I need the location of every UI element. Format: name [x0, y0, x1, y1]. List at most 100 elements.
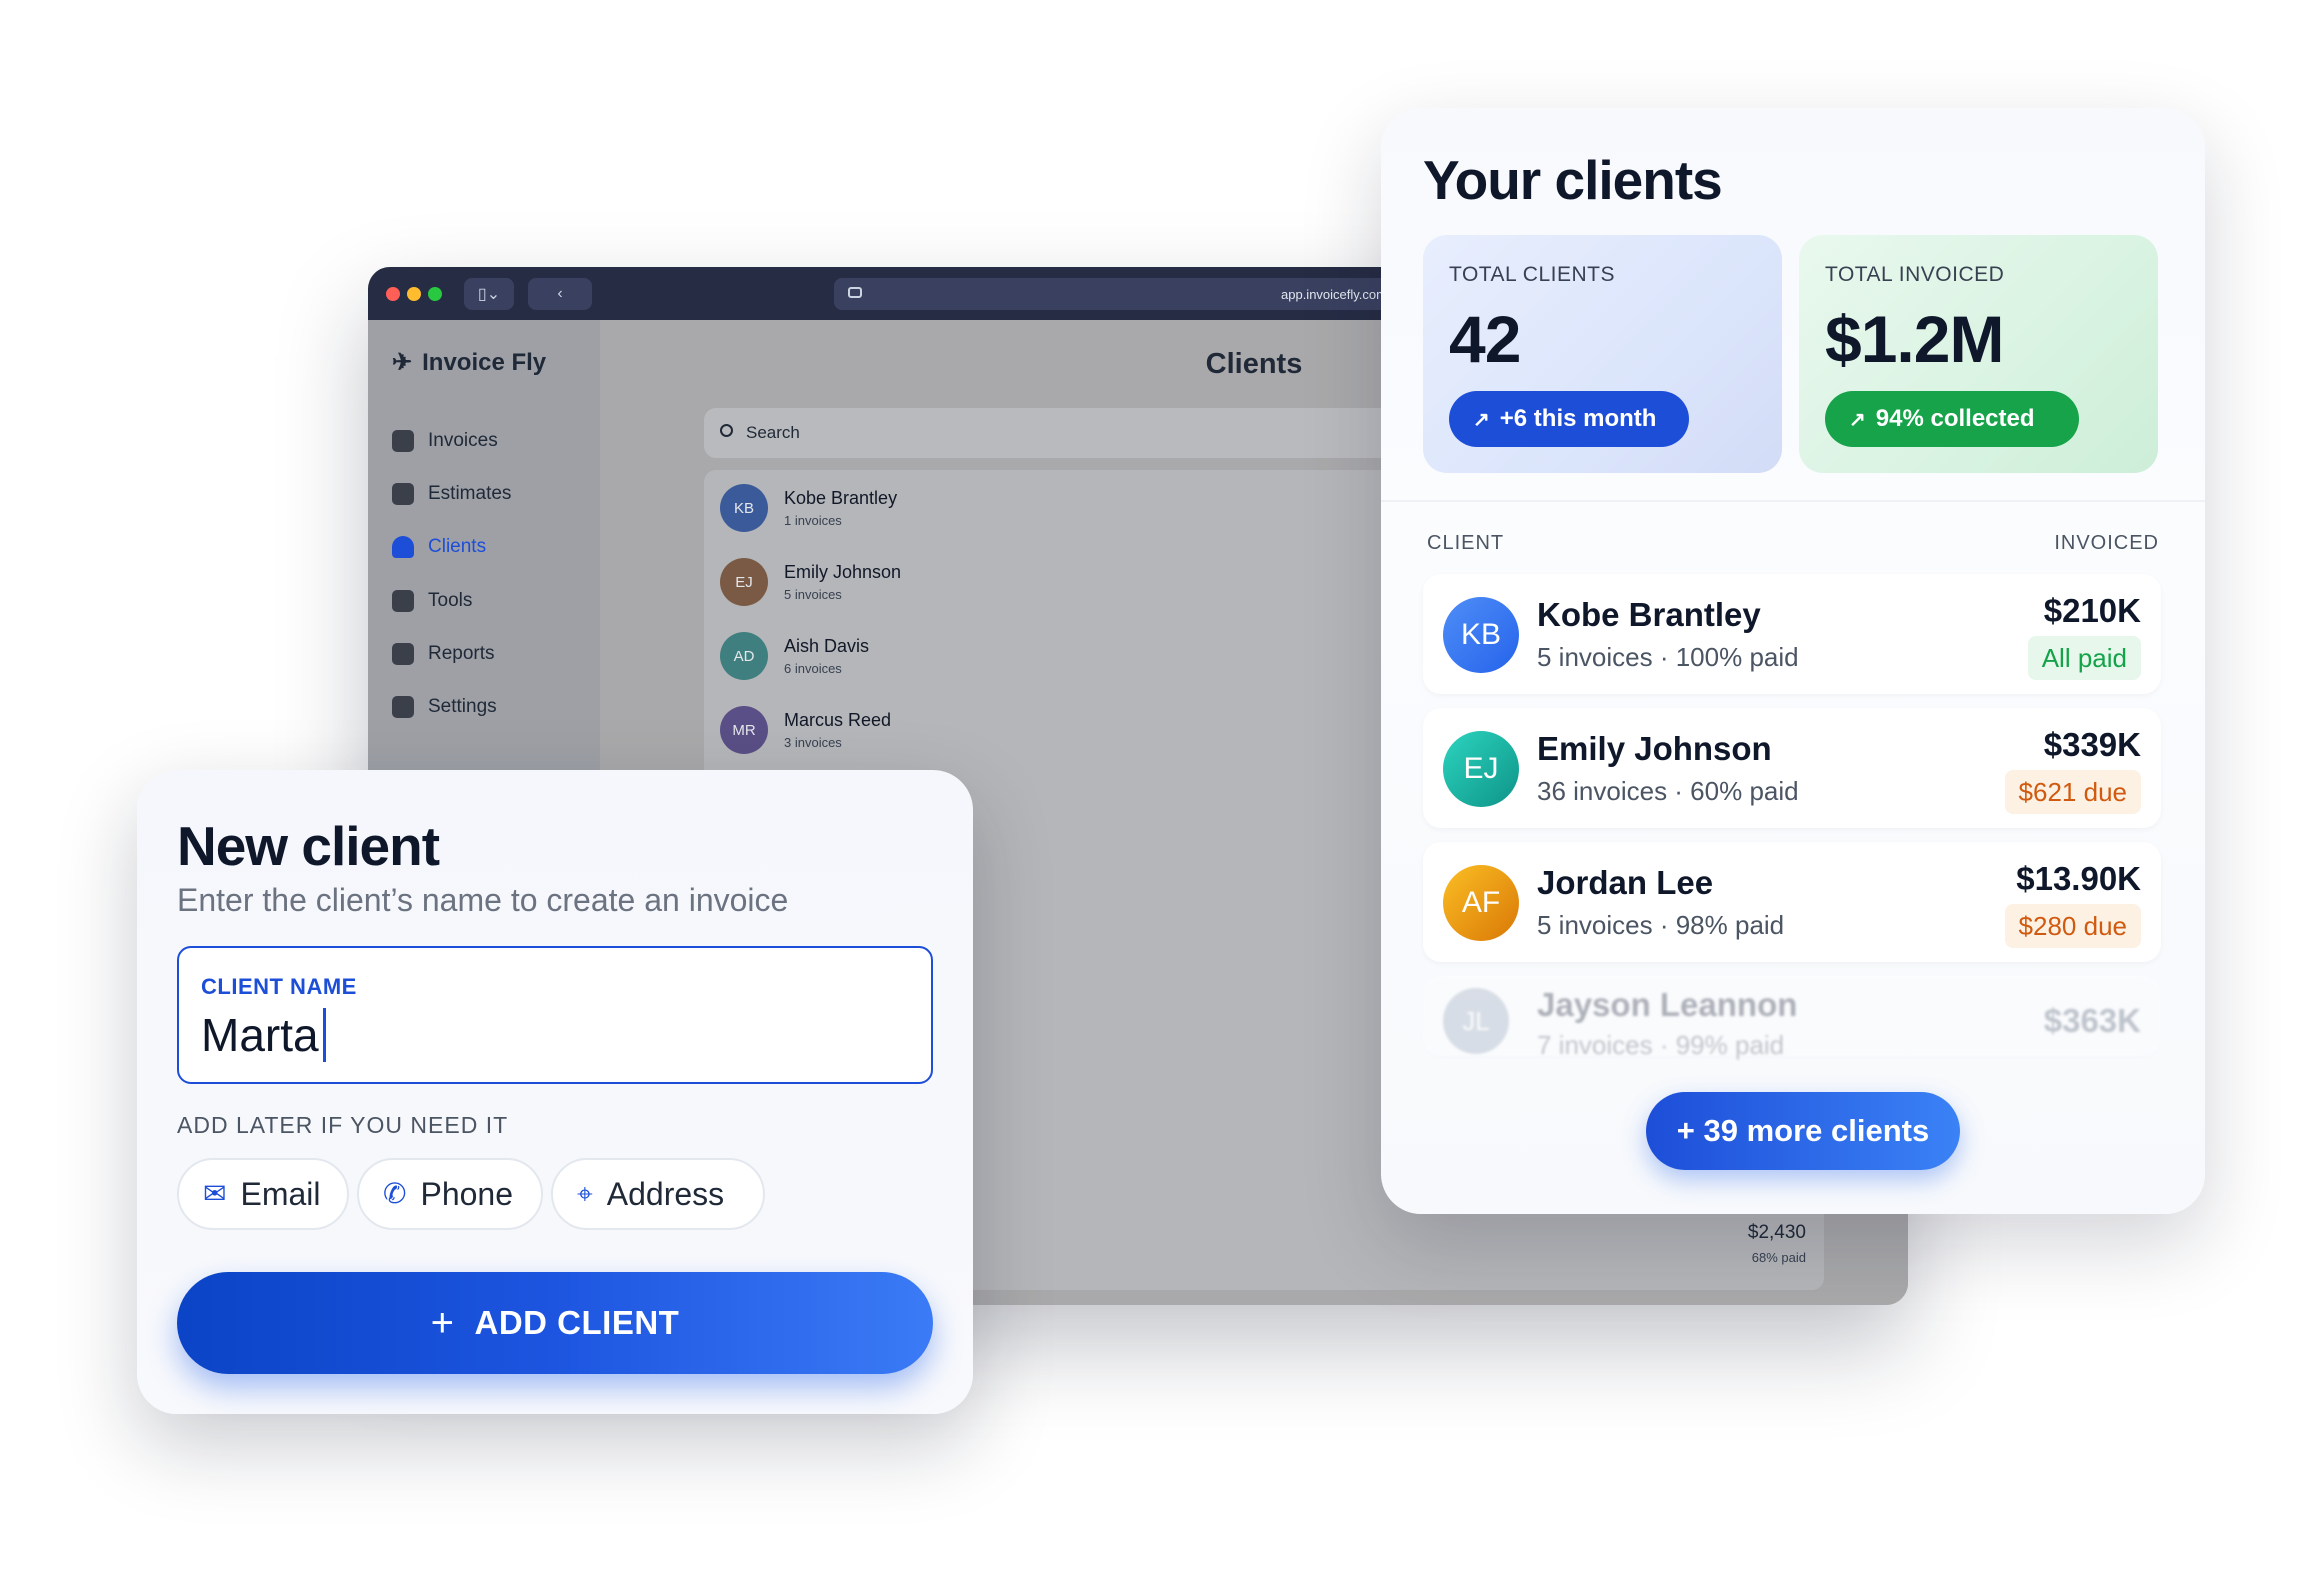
client-name-field[interactable]: CLIENT NAME Marta	[177, 946, 933, 1084]
more-clients-button[interactable]: + 39 more clients	[1646, 1092, 1960, 1170]
brand[interactable]: ✈ Invoice Fly	[392, 348, 546, 377]
status-badge: $621 due	[2004, 770, 2141, 814]
status-badge: $280 due	[2004, 904, 2141, 948]
invoiced-amount: $363K	[2043, 1002, 2141, 1039]
envelope-icon: ✉	[203, 1178, 227, 1209]
client-invoices: 1 invoices	[784, 513, 842, 528]
card-title: New client	[177, 815, 440, 877]
invoiced-amount: $339K	[2043, 726, 2141, 763]
client-name: Kobe Brantley	[784, 488, 898, 508]
sidebar-item-reports[interactable]: Reports	[392, 643, 495, 665]
client-summary: 5 invoices · 100% paid	[1537, 642, 1799, 672]
sidebar-toggle-icon[interactable]: ▯⌄	[464, 278, 514, 310]
grid-icon	[392, 590, 414, 612]
client-invoices: 5 invoices	[784, 587, 842, 602]
client-name: Jordan Lee	[1537, 864, 1714, 901]
client-row-emily-johnson[interactable]: EJ Emily Johnson 36 invoices · 60% paid …	[1423, 708, 2161, 828]
url-text: app.invoicefly.com	[1281, 286, 1387, 302]
sidebar-item-label: Clients	[428, 536, 487, 557]
field-value: Marta	[201, 1009, 319, 1061]
field-label: CLIENT NAME	[201, 974, 357, 999]
collected-pill: ↗ 94% collected	[1825, 391, 2079, 447]
card-title: Your clients	[1423, 149, 1723, 211]
person-icon	[392, 536, 414, 558]
total-clients-stat: TOTAL CLIENTS 42 ↗ +6 this month	[1423, 235, 1782, 473]
sidebar-item-tools[interactable]: Tools	[392, 590, 472, 612]
list-item[interactable]: MR Marcus Reed 3 invoices	[720, 706, 891, 754]
add-phone-chip[interactable]: ✆ Phone	[357, 1158, 543, 1230]
plus-icon: +	[430, 1301, 455, 1345]
avatar: EJ	[1443, 731, 1519, 807]
chip-label: Email	[240, 1175, 321, 1212]
avatar: KB	[1443, 597, 1519, 673]
list-item[interactable]: EJ Emily Johnson 5 invoices	[720, 558, 901, 606]
client-summary: 36 invoices · 60% paid	[1537, 776, 1799, 806]
avatar: JL	[1443, 988, 1509, 1054]
card-subtitle: Enter the client’s name to create an inv…	[177, 882, 789, 918]
client-invoices: 6 invoices	[784, 661, 842, 676]
sidebar-item-label: Invoices	[428, 430, 498, 451]
divider	[1381, 500, 2205, 502]
paper-plane-icon: ✈	[392, 349, 413, 376]
client-summary: 7 invoices · 99% paid	[1537, 1030, 1785, 1060]
invoiced-amount: $210K	[2043, 592, 2141, 629]
add-email-chip[interactable]: ✉ Email	[177, 1158, 349, 1230]
client-row-kobe-brantley[interactable]: KB Kobe Brantley 5 invoices · 100% paid …	[1423, 574, 2161, 694]
list-item[interactable]: AD Aish Davis 6 invoices	[720, 632, 869, 680]
list-item[interactable]: KB Kobe Brantley 1 invoices	[720, 484, 897, 532]
close-window-button[interactable]	[386, 287, 400, 301]
chip-label: Address	[606, 1175, 725, 1212]
optional-fields-label: ADD LATER IF YOU NEED IT	[177, 1112, 509, 1138]
sidebar-item-label: Settings	[428, 696, 497, 717]
trending-up-icon: ↗	[1473, 408, 1490, 431]
maximize-window-button[interactable]	[428, 287, 442, 301]
status-badge: All paid	[2027, 636, 2141, 680]
row-amount: $2,430 68% paid	[1748, 1222, 1806, 1265]
client-name: Marcus Reed	[784, 710, 892, 730]
client-row-jordan-lee[interactable]: AF Jordan Lee 5 invoices · 98% paid $13.…	[1423, 842, 2161, 962]
phone-icon: ✆	[383, 1178, 407, 1209]
client-name: Aish Davis	[784, 636, 870, 656]
stat-label: TOTAL INVOICED	[1825, 263, 2005, 286]
stat-value: 42	[1449, 302, 1521, 376]
new-client-card: New client Enter the client’s name to cr…	[137, 770, 973, 1414]
estimate-icon	[392, 483, 414, 505]
stat-label: TOTAL CLIENTS	[1449, 263, 1615, 286]
client-row-jayson-leannon[interactable]: JL Jayson Leannon 7 invoices · 99% paid …	[1423, 976, 2161, 1060]
pill-label: +6 this month	[1499, 405, 1657, 432]
your-clients-card: Your clients TOTAL CLIENTS 42 ↗ +6 this …	[1381, 108, 2205, 1214]
client-name: Emily Johnson	[784, 562, 902, 582]
document-icon	[392, 430, 414, 452]
add-client-button[interactable]: + ADD CLIENT	[177, 1272, 933, 1374]
brand-name: Invoice Fly	[422, 348, 547, 376]
sidebar-item-estimates[interactable]: Estimates	[392, 483, 511, 505]
back-arrow-icon[interactable]: ‹	[528, 278, 592, 310]
trending-up-icon: ↗	[1849, 408, 1866, 431]
avatar: AF	[1443, 865, 1519, 941]
amount-value: $2,430	[1747, 1222, 1806, 1243]
avatar: AD	[720, 632, 768, 680]
client-summary: 5 invoices · 98% paid	[1537, 910, 1785, 940]
client-name: Jayson Leannon	[1537, 986, 1798, 1023]
client-invoices: 3 invoices	[784, 735, 842, 750]
search-placeholder: Search	[746, 423, 800, 442]
site-icon	[848, 287, 862, 298]
avatar: KB	[720, 484, 768, 532]
sidebar-item-label: Reports	[428, 643, 495, 664]
column-header-client: CLIENT	[1427, 532, 1505, 554]
sidebar-item-settings[interactable]: Settings	[392, 696, 497, 718]
client-name: Emily Johnson	[1537, 730, 1772, 767]
field-input[interactable]: Marta	[201, 1008, 326, 1062]
sidebar-item-clients[interactable]: Clients	[392, 536, 486, 558]
chip-label: Phone	[420, 1175, 513, 1212]
minimize-window-button[interactable]	[407, 287, 421, 301]
sidebar-item-label: Tools	[428, 590, 473, 611]
column-header-invoiced: INVOICED	[2054, 532, 2159, 554]
total-invoiced-stat: TOTAL INVOICED $1.2M ↗ 94% collected	[1799, 235, 2158, 473]
bar-chart-icon	[392, 643, 414, 665]
sidebar-item-invoices[interactable]: Invoices	[392, 430, 498, 452]
location-pin-icon: ⌖	[577, 1178, 593, 1209]
add-address-chip[interactable]: ⌖ Address	[551, 1158, 765, 1230]
search-icon	[720, 424, 733, 437]
sidebar-item-label: Estimates	[428, 483, 512, 504]
